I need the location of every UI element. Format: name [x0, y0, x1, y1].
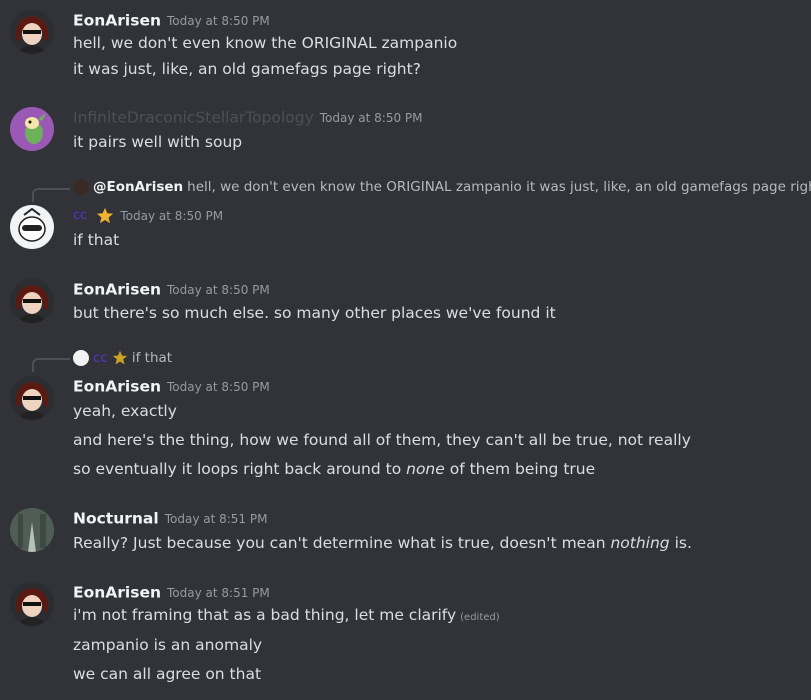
username[interactable]: EonArisen — [73, 12, 161, 30]
avatar[interactable] — [10, 582, 54, 626]
message-header: cc Today at 8:50 PM — [73, 205, 223, 227]
message-text: and here's the thing, how we found all o… — [73, 431, 691, 449]
timestamp: Today at 8:51 PM — [167, 585, 270, 600]
username[interactable]: EonArisen — [73, 281, 161, 299]
message-header: Nocturnal Today at 8:51 PM — [73, 508, 267, 530]
avatar[interactable] — [10, 376, 54, 420]
username[interactable]: cc — [73, 208, 87, 223]
message-header: InfiniteDraconicStellarTopology Today at … — [73, 107, 423, 129]
star-icon — [112, 350, 128, 365]
text-segment: is. — [669, 534, 692, 552]
reply-preview[interactable]: cc if that — [73, 348, 172, 368]
message-text: it pairs well with soup — [73, 133, 243, 151]
reply-text: hell, we don't even know the ORIGINAL za… — [187, 179, 811, 195]
reply-spine — [32, 358, 70, 372]
reply-spine — [32, 188, 70, 202]
message-text: we can all agree on that — [73, 665, 262, 683]
text-segment: Really? Just because you can't determine… — [73, 534, 611, 552]
message-text: Really? Just because you can't determine… — [73, 532, 692, 554]
edited-tag: (edited) — [460, 612, 500, 623]
timestamp: Today at 8:50 PM — [167, 282, 270, 297]
reply-avatar — [73, 179, 89, 195]
timestamp: Today at 8:51 PM — [164, 511, 268, 526]
text-segment: so eventually it loops right back around… — [73, 460, 407, 478]
message-text: hell, we don't even know the ORIGINAL za… — [73, 34, 458, 52]
text-segment: of them being true — [444, 460, 596, 478]
emphasis-text: nothing — [610, 534, 670, 552]
message-header: EonArisen Today at 8:51 PM — [73, 582, 270, 604]
username[interactable]: Nocturnal — [73, 510, 159, 528]
timestamp: Today at 8:50 PM — [167, 13, 270, 28]
star-icon — [97, 207, 114, 223]
avatar[interactable] — [10, 10, 54, 54]
emphasis-text: none — [406, 460, 445, 478]
username[interactable]: EonArisen — [73, 378, 161, 396]
reply-preview[interactable]: @EonArisen hell, we don't even know the O… — [73, 177, 811, 197]
message-text: but there's so much else. so many other … — [73, 304, 556, 322]
message-text: if that — [73, 231, 120, 249]
reply-text: if that — [131, 350, 173, 366]
timestamp: Today at 8:50 PM — [167, 379, 270, 394]
message-header: EonArisen Today at 8:50 PM — [73, 376, 270, 398]
avatar[interactable] — [10, 107, 54, 151]
avatar[interactable] — [10, 205, 54, 249]
text-segment: i'm not framing that as a bad thing, let… — [73, 606, 457, 624]
avatar[interactable] — [10, 508, 54, 552]
timestamp: Today at 8:50 PM — [319, 110, 423, 125]
avatar[interactable] — [10, 279, 54, 323]
message-text: zampanio is an anomaly — [73, 636, 263, 654]
message-text: so eventually it loops right back around… — [73, 458, 595, 480]
username[interactable]: EonArisen — [73, 584, 161, 602]
message-header: EonArisen Today at 8:50 PM — [73, 279, 270, 301]
reply-username[interactable]: cc — [93, 350, 108, 366]
username[interactable]: InfiniteDraconicStellarTopology — [73, 109, 314, 127]
message-text: i'm not framing that as a bad thing, let… — [73, 604, 500, 629]
message-text: yeah, exactly — [73, 402, 177, 420]
reply-avatar — [73, 350, 89, 366]
reply-username[interactable]: @EonArisen — [93, 179, 183, 195]
timestamp: Today at 8:50 PM — [120, 208, 224, 223]
message-header: EonArisen Today at 8:50 PM — [73, 10, 270, 32]
message-text: it was just, like, an old gamefags page … — [73, 60, 421, 78]
